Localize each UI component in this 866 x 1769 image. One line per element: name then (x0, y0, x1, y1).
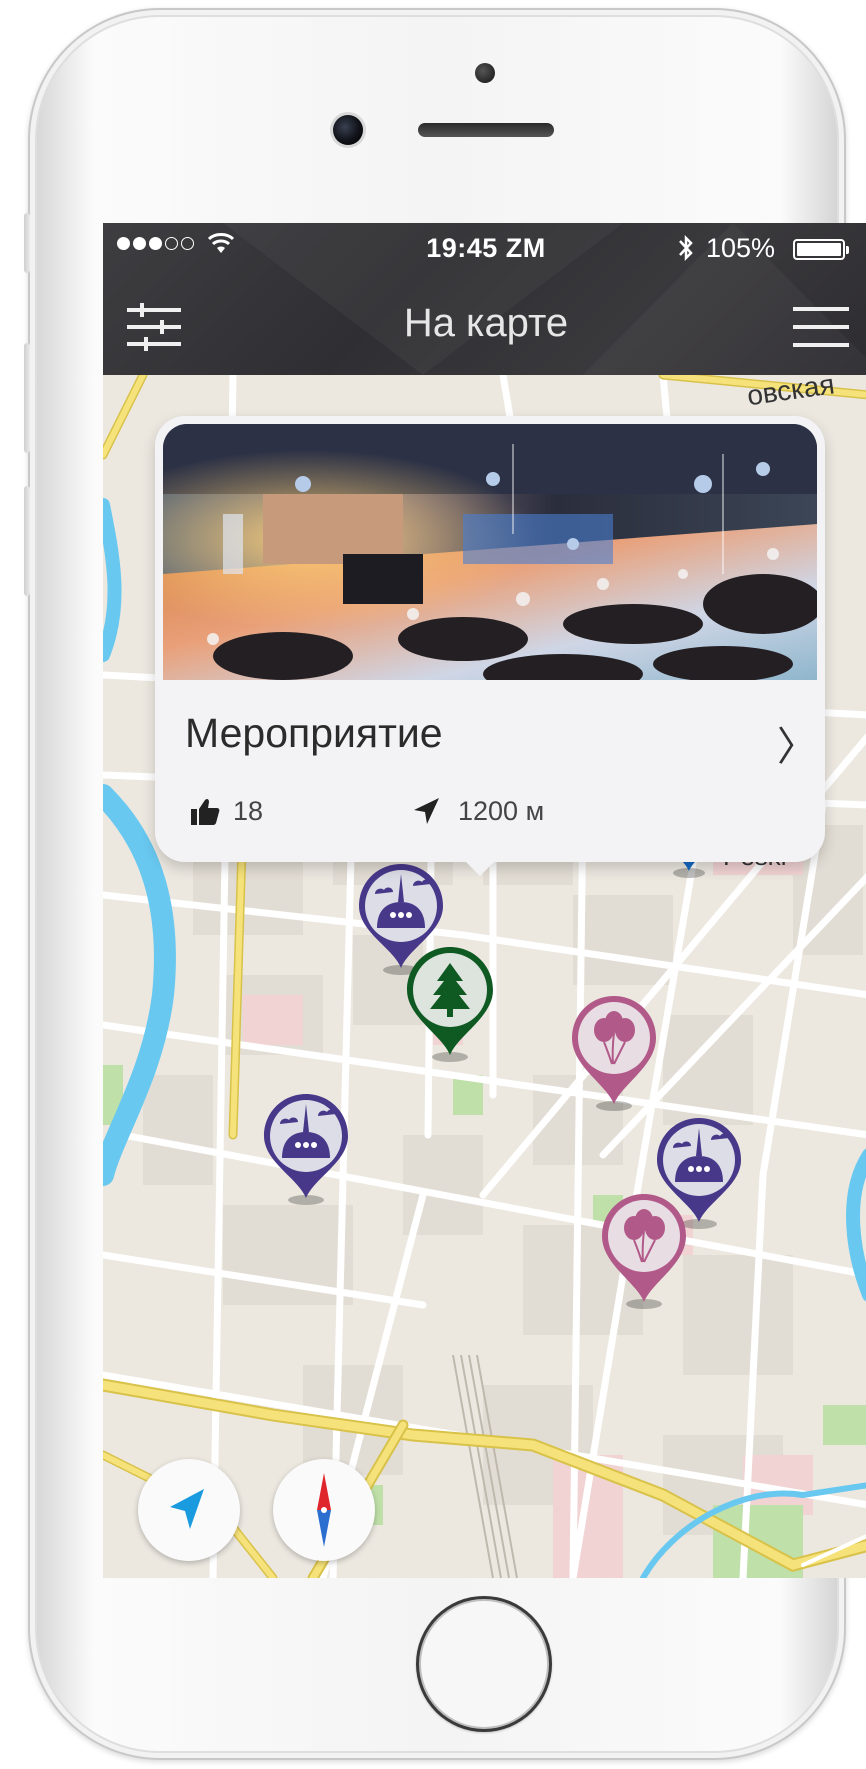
volume-down-button (24, 486, 30, 596)
distance-value: 1200 м (458, 796, 545, 826)
mute-switch (24, 213, 30, 273)
phone-frame: овская Peski (24, 8, 866, 1760)
map-pin-park[interactable] (403, 943, 497, 1065)
battery-percentage: 105% (706, 233, 776, 263)
location-arrow-icon (414, 798, 439, 824)
bluetooth-icon (679, 234, 693, 262)
card-pointer (460, 856, 500, 876)
event-title[interactable]: Мероприятие (185, 710, 443, 757)
map-pin-city[interactable] (260, 1090, 352, 1208)
event-photo[interactable] (163, 424, 817, 680)
home-button[interactable] (416, 1596, 552, 1732)
locate-me-button[interactable] (138, 1459, 240, 1561)
thumbs-up-icon (191, 798, 220, 825)
page-title: На карте (403, 301, 569, 345)
hamburger-icon (793, 307, 849, 347)
location-arrow-icon (170, 1489, 204, 1529)
front-camera (333, 115, 363, 145)
chevron-right-icon[interactable]: 〉 (777, 714, 817, 772)
compass-button[interactable] (273, 1459, 375, 1561)
earpiece-speaker (418, 123, 554, 137)
proximity-sensor (475, 63, 495, 83)
likes-count: 18 (233, 796, 264, 826)
volume-up-button (24, 343, 30, 453)
status-bar: 19:45 ZM 105% (103, 223, 866, 275)
menu-button[interactable] (793, 305, 849, 349)
compass-icon (317, 1473, 331, 1547)
map-pin-party[interactable] (568, 992, 660, 1114)
screen: овская Peski (103, 223, 866, 1578)
battery-icon (793, 239, 849, 260)
top-bar: 19:45 ZM 105% На карте (103, 223, 866, 375)
map-pin-party[interactable] (598, 1190, 690, 1312)
event-popup-card[interactable]: Мероприятие 〉 18 1200 м (155, 416, 825, 876)
